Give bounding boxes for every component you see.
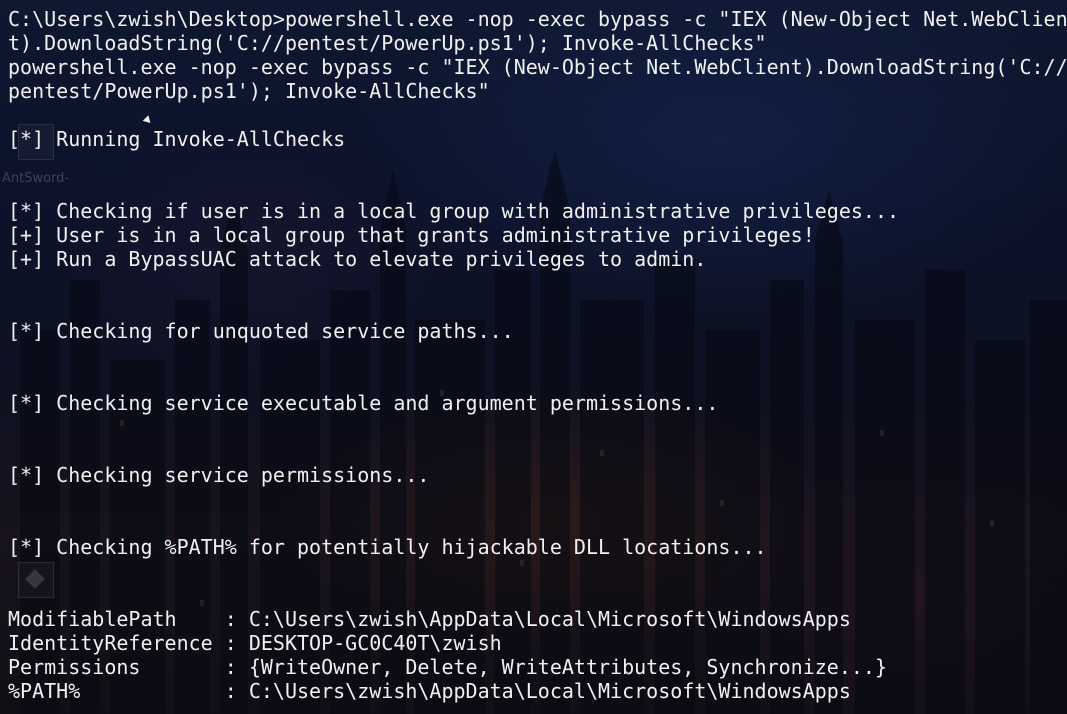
terminal-output[interactable]: C:\Users\zwish\Desktop>powershell.exe -n…: [8, 7, 1067, 703]
terminal-line: [*] Checking if user is in a local group…: [8, 199, 900, 223]
terminal-line: IdentityReference : DESKTOP-GC0C40T\zwis…: [8, 631, 502, 655]
terminal-line: %PATH% : C:\Users\zwish\AppData\Local\Mi…: [8, 679, 851, 703]
terminal-line: [*] Checking %PATH% for potentially hija…: [8, 535, 767, 559]
terminal-line: [*] Checking service permissions...: [8, 463, 430, 487]
terminal-line: t).DownloadString('C://pentest/PowerUp.p…: [8, 31, 767, 55]
terminal-line: [*] Checking service executable and argu…: [8, 391, 719, 415]
terminal-line: [*] Checking for unquoted service paths.…: [8, 319, 514, 343]
terminal-line: C:\Users\zwish\Desktop>powershell.exe -n…: [8, 7, 1067, 31]
terminal-line: [+] Run a BypassUAC attack to elevate pr…: [8, 247, 707, 271]
terminal-line: [*] Running Invoke-AllChecks: [8, 127, 346, 151]
terminal-line: powershell.exe -nop -exec bypass -c "IEX…: [8, 55, 1067, 79]
terminal-line: ModifiablePath : C:\Users\zwish\AppData\…: [8, 607, 851, 631]
terminal-line: [+] User is in a local group that grants…: [8, 223, 815, 247]
terminal-line: pentest/PowerUp.ps1'); Invoke-AllChecks": [8, 79, 490, 103]
terminal-line: Permissions : {WriteOwner, Delete, Write…: [8, 655, 887, 679]
